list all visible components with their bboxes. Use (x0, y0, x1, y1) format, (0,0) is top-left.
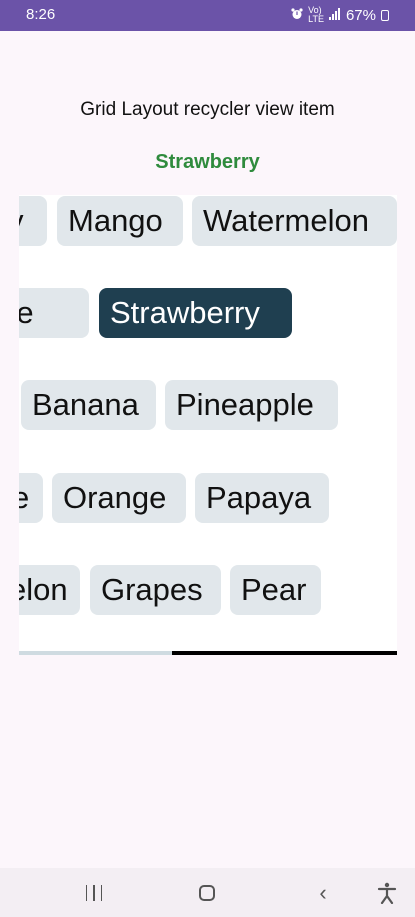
signal-icon (328, 7, 341, 24)
back-icon[interactable]: ‹ (313, 878, 333, 908)
lte-label: LTE (308, 14, 324, 24)
fruit-chip[interactable]: pple (19, 288, 89, 338)
fruit-chip-selected[interactable]: Strawberry (99, 288, 292, 338)
battery-icon (381, 9, 389, 21)
fruit-chip[interactable]: Watermelon (192, 196, 397, 246)
volte-icon: Vo) LTE (308, 6, 324, 24)
status-icons: Vo) LTE 67% (291, 6, 389, 24)
fruit-chip[interactable]: Pear (230, 565, 321, 615)
fruit-chip[interactable]: e (19, 473, 43, 523)
fruit-grid[interactable]: y Mango Watermelon pple Strawberry Banan… (19, 195, 397, 652)
fruit-chip[interactable]: Mango (57, 196, 183, 246)
fruit-chip[interactable]: Banana (21, 380, 156, 430)
accessibility-icon[interactable] (375, 878, 399, 908)
fruit-chip[interactable]: Pineapple (165, 380, 338, 430)
fruit-chip[interactable]: y (19, 196, 47, 246)
status-bar: 8:26 Vo) LTE 67% (0, 0, 415, 31)
fruit-chip[interactable]: Papaya (195, 473, 329, 523)
status-time: 8:26 (26, 6, 56, 23)
home-icon[interactable] (196, 878, 218, 908)
fruit-chip[interactable]: Orange (52, 473, 186, 523)
battery-percent: 67% (345, 6, 376, 24)
page-title: Grid Layout recycler view item (80, 99, 335, 120)
fruit-chip[interactable]: elon (19, 565, 80, 615)
horizontal-scrollbar-thumb[interactable] (172, 651, 397, 655)
alarm-icon (291, 7, 303, 24)
navigation-bar: ‹ (0, 868, 415, 917)
fruit-chip[interactable]: Grapes (90, 565, 221, 615)
recents-icon[interactable] (83, 878, 105, 908)
selected-item-label: Strawberry (155, 151, 260, 173)
